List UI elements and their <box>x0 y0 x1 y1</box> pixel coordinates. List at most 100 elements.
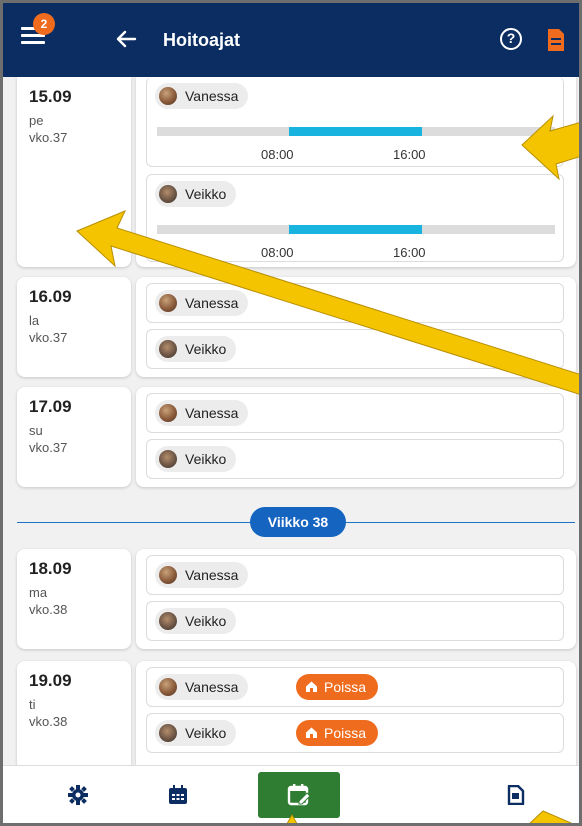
child-name: Vanessa <box>185 295 239 311</box>
child-chip: Vanessa <box>155 562 249 588</box>
day-entries: Vanessa Veikko <box>136 277 576 377</box>
menu-icon-bar <box>21 41 45 44</box>
day-weekday: su <box>29 423 43 438</box>
avatar <box>159 678 177 696</box>
day-weekday: ti <box>29 697 36 712</box>
absent-label: Poissa <box>324 679 367 695</box>
day-card[interactable]: 19.09 ti vko.38 <box>17 661 131 765</box>
child-chip: Veikko <box>155 181 237 207</box>
start-time: 08:00 <box>261 147 294 162</box>
care-time-bar <box>289 225 422 234</box>
avatar <box>159 87 177 105</box>
day-card[interactable]: 18.09 ma vko.38 <box>17 549 131 649</box>
avatar <box>159 185 177 203</box>
child-chip: Vanessa <box>155 290 249 316</box>
day-date: 15.09 <box>29 87 72 106</box>
documents-button[interactable] <box>493 766 543 823</box>
schedule-list[interactable]: 15.09 pe vko.37 Vanessa 08:00 16:00 Veik… <box>3 77 579 765</box>
document-icon <box>548 29 564 51</box>
child-name: Veikko <box>185 451 227 467</box>
document-icon <box>507 785 525 805</box>
day-weekday: ma <box>29 585 48 600</box>
day-weekday: pe <box>29 113 44 128</box>
child-name: Veikko <box>185 725 227 741</box>
day-date: 17.09 <box>29 397 72 416</box>
calendar-edit-button[interactable] <box>258 772 340 818</box>
document-button[interactable] <box>546 28 566 52</box>
home-icon <box>306 681 317 692</box>
day-card[interactable]: 17.09 su vko.37 <box>17 387 131 487</box>
day-week: vko.38 <box>29 714 68 729</box>
child-name: Veikko <box>185 613 227 629</box>
child-name: Vanessa <box>185 679 239 695</box>
back-button[interactable] <box>115 25 143 53</box>
calendar-edit-icon <box>287 784 311 806</box>
child-chip: Vanessa <box>155 674 249 700</box>
avatar <box>159 566 177 584</box>
day-entries: Vanessa Veikko <box>136 549 576 649</box>
care-entry[interactable]: Veikko <box>146 601 564 641</box>
day-card[interactable]: 15.09 pe vko.37 <box>17 77 131 267</box>
start-time: 08:00 <box>261 245 294 260</box>
care-entry[interactable]: Veikko <box>146 329 564 369</box>
day-week: vko.37 <box>29 440 68 455</box>
day-week: vko.37 <box>29 330 68 345</box>
day-entries: Vanessa 08:00 16:00 Veikko 08:00 16:00 <box>136 77 576 267</box>
care-timeline <box>157 127 555 136</box>
child-name: Vanessa <box>185 405 239 421</box>
avatar <box>159 612 177 630</box>
bottom-navigation <box>3 765 579 823</box>
absent-badge: Poissa <box>296 720 379 746</box>
absent-badge: Poissa <box>296 674 379 700</box>
day-date: 19.09 <box>29 671 72 690</box>
child-name: Vanessa <box>185 88 239 104</box>
child-chip: Vanessa <box>155 400 249 426</box>
avatar <box>159 294 177 312</box>
avatar <box>159 404 177 422</box>
day-week: vko.37 <box>29 130 68 145</box>
care-entry[interactable]: Veikko <box>146 439 564 479</box>
care-entry[interactable]: Vanessa <box>146 283 564 323</box>
day-entries: Vanessa Poissa Veikko Poissa <box>136 661 576 765</box>
settings-icon <box>68 785 88 805</box>
child-chip: Veikko <box>155 608 237 634</box>
care-timeline <box>157 225 555 234</box>
app-header: 2 Hoitoajat ? <box>3 3 579 77</box>
day-date: 18.09 <box>29 559 72 578</box>
day-entries: Vanessa Veikko <box>136 387 576 487</box>
home-icon <box>306 727 317 738</box>
child-chip: Vanessa <box>155 83 249 109</box>
end-time: 16:00 <box>393 147 426 162</box>
care-time-bar <box>289 127 422 136</box>
day-date: 16.09 <box>29 287 72 306</box>
care-entry[interactable]: Vanessa <box>146 555 564 595</box>
end-time: 16:00 <box>393 245 426 260</box>
day-card[interactable]: 16.09 la vko.37 <box>17 277 131 377</box>
child-name: Vanessa <box>185 567 239 583</box>
child-chip: Veikko <box>155 720 237 746</box>
arrow-left-icon <box>116 30 137 48</box>
day-weekday: la <box>29 313 40 328</box>
care-entry[interactable]: Veikko 08:00 16:00 <box>146 174 564 262</box>
avatar <box>159 340 177 358</box>
avatar <box>159 724 177 742</box>
page-title: Hoitoajat <box>163 30 241 50</box>
week-divider-label: Viikko 38 <box>250 507 346 537</box>
app-frame: 2 Hoitoajat ? 15.09 pe vko.37 Vanessa 08… <box>0 0 582 826</box>
help-button[interactable]: ? <box>500 28 522 50</box>
settings-button[interactable] <box>53 766 103 823</box>
care-entry[interactable]: Vanessa <box>146 393 564 433</box>
child-chip: Veikko <box>155 336 237 362</box>
absent-label: Poissa <box>324 725 367 741</box>
avatar <box>159 450 177 468</box>
day-week: vko.38 <box>29 602 68 617</box>
child-name: Veikko <box>185 341 227 357</box>
calendar-icon <box>169 785 187 804</box>
care-entry[interactable]: Vanessa 08:00 16:00 <box>146 77 564 167</box>
care-entry[interactable]: Veikko Poissa <box>146 713 564 753</box>
child-name: Veikko <box>185 186 227 202</box>
notification-badge[interactable]: 2 <box>33 13 55 35</box>
care-entry[interactable]: Vanessa Poissa <box>146 667 564 707</box>
calendar-button[interactable] <box>153 766 203 823</box>
child-chip: Veikko <box>155 446 237 472</box>
